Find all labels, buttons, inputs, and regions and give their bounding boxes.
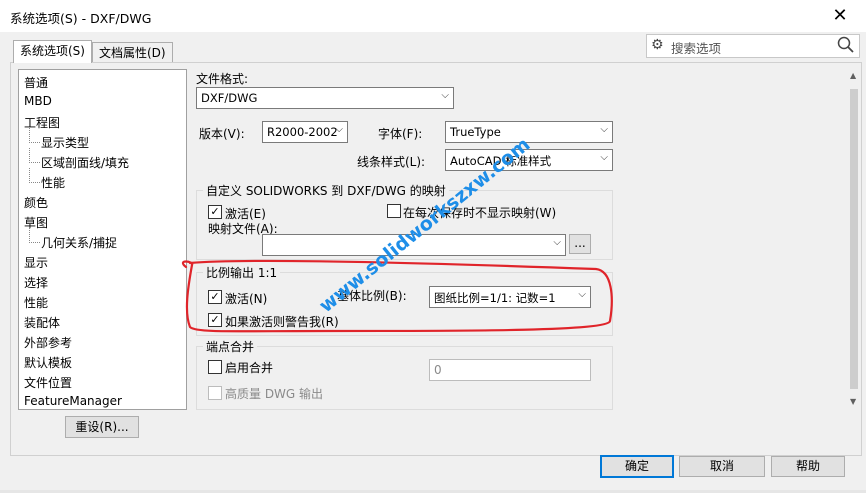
- tree-item-label: FeatureManager: [24, 394, 122, 408]
- version-select[interactable]: R2000-2002 ⌵: [262, 121, 348, 143]
- mapping-browse-button[interactable]: ...: [569, 234, 591, 254]
- endpoint-hq-checkbox[interactable]: [208, 386, 222, 400]
- tree-item-label: 装配体: [24, 316, 61, 330]
- font-select[interactable]: TrueType ⌵: [445, 121, 613, 143]
- tree-item[interactable]: 文件位置: [24, 374, 72, 391]
- tree-item[interactable]: 默认模板: [24, 354, 72, 371]
- file-format-value: DXF/DWG: [201, 91, 258, 105]
- tree-connector: [29, 228, 40, 243]
- scroll-up-icon[interactable]: ▲: [850, 71, 856, 80]
- tree-item-label: 性能: [24, 296, 49, 310]
- tree-item-label: 几何关系/捕捉: [41, 236, 118, 250]
- tree-connector: [29, 168, 40, 183]
- gear-icon[interactable]: ⚙: [651, 37, 664, 53]
- window-title: 系统选项(S) - DXF/DWG: [10, 11, 152, 26]
- tree-item[interactable]: 装配体: [24, 314, 60, 331]
- font-value: TrueType: [450, 125, 501, 139]
- tree-item-label: 外部参考: [24, 336, 73, 350]
- tree-item-label: 性能: [41, 176, 66, 190]
- ok-button[interactable]: 确定: [600, 455, 674, 478]
- tree-item-label: 显示类型: [41, 136, 90, 150]
- tree-item[interactable]: 颜色: [24, 194, 48, 211]
- title-bar: 系统选项(S) - DXF/DWG ✕: [0, 0, 866, 32]
- version-label: 版本(V):: [199, 127, 245, 141]
- tree-item[interactable]: 普通: [24, 74, 48, 91]
- version-value: R2000-2002: [267, 125, 338, 139]
- file-format-label: 文件格式:: [196, 72, 249, 86]
- tree-item-label: 普通: [24, 76, 49, 90]
- tree-item-label: 区域剖面线/填充: [41, 156, 130, 170]
- chevron-down-icon: ⌵: [553, 237, 561, 248]
- endpoint-hq-label: 高质量 DWG 输出: [225, 387, 324, 401]
- tree-item-label: 颜色: [24, 196, 49, 210]
- tree-item[interactable]: 外部参考: [24, 334, 72, 351]
- tree-item-label: 选择: [24, 276, 49, 290]
- file-format-select[interactable]: DXF/DWG ⌵: [196, 87, 454, 109]
- reset-button[interactable]: 重设(R)...: [65, 416, 139, 438]
- endpoint-value: 0: [434, 363, 442, 377]
- tree-item[interactable]: 几何关系/捕捉: [29, 228, 118, 251]
- tree-item[interactable]: 区域剖面线/填充: [29, 148, 130, 171]
- font-label: 字体(F):: [378, 127, 423, 141]
- search-input[interactable]: ⚙ 搜索选项: [646, 34, 860, 58]
- options-scrollbar[interactable]: ▲ ▼: [848, 69, 860, 409]
- endpoint-enable-label: 启用合并: [225, 361, 274, 375]
- tree-item-label: 文件位置: [24, 376, 73, 390]
- tree-item-label: 默认模板: [24, 356, 73, 370]
- chevron-down-icon: ⌵: [441, 90, 449, 101]
- options-tree: 普通 MBD 工程图 显示类型 区域剖面线/填充 性能 颜色 草图 几何关系/捕捉 显示 选择 性能装…: [18, 69, 187, 410]
- tree-item[interactable]: 性能: [24, 294, 48, 311]
- tree-connector: [29, 128, 40, 143]
- close-icon[interactable]: ✕: [822, 2, 858, 30]
- tree-item-label: 显示: [24, 256, 49, 270]
- tree-item[interactable]: MBD: [24, 94, 52, 108]
- linestyle-label: 线条样式(L):: [357, 155, 426, 169]
- options-scroll-thumb[interactable]: [850, 89, 858, 389]
- chevron-down-icon: ⌵: [600, 124, 608, 135]
- tree-item[interactable]: 性能: [29, 168, 66, 191]
- mapping-group-title: 自定义 SOLIDWORKS 到 DXF/DWG 的映射: [203, 182, 449, 199]
- red-annotation-mark: [181, 259, 613, 333]
- chevron-down-icon: ⌵: [600, 152, 608, 163]
- chevron-down-icon: ⌵: [335, 124, 343, 135]
- tree-item[interactable]: 显示: [24, 254, 48, 271]
- tree-connector: [29, 148, 40, 163]
- scroll-down-icon[interactable]: ▼: [850, 397, 856, 406]
- mapping-activate-checkbox[interactable]: ✓: [208, 205, 222, 219]
- search-icon[interactable]: [837, 35, 855, 59]
- cancel-button[interactable]: 取消: [679, 456, 765, 477]
- endpoint-group-title: 端点合并: [203, 338, 258, 355]
- tree-item[interactable]: 显示类型: [29, 128, 90, 151]
- tree-item-label: MBD: [24, 94, 52, 108]
- mapping-noshow-checkbox[interactable]: [387, 204, 401, 218]
- tree-item[interactable]: 选择: [24, 274, 48, 291]
- search-placeholder: 搜索选项: [671, 41, 722, 56]
- help-button[interactable]: 帮助: [771, 456, 845, 477]
- tab-document-properties[interactable]: 文档属性(D): [92, 42, 173, 63]
- endpoint-value-input[interactable]: 0: [429, 359, 591, 381]
- tab-system-options[interactable]: 系统选项(S): [13, 40, 92, 63]
- endpoint-enable-checkbox[interactable]: [208, 360, 222, 374]
- tree-item[interactable]: FeatureManager: [24, 394, 122, 408]
